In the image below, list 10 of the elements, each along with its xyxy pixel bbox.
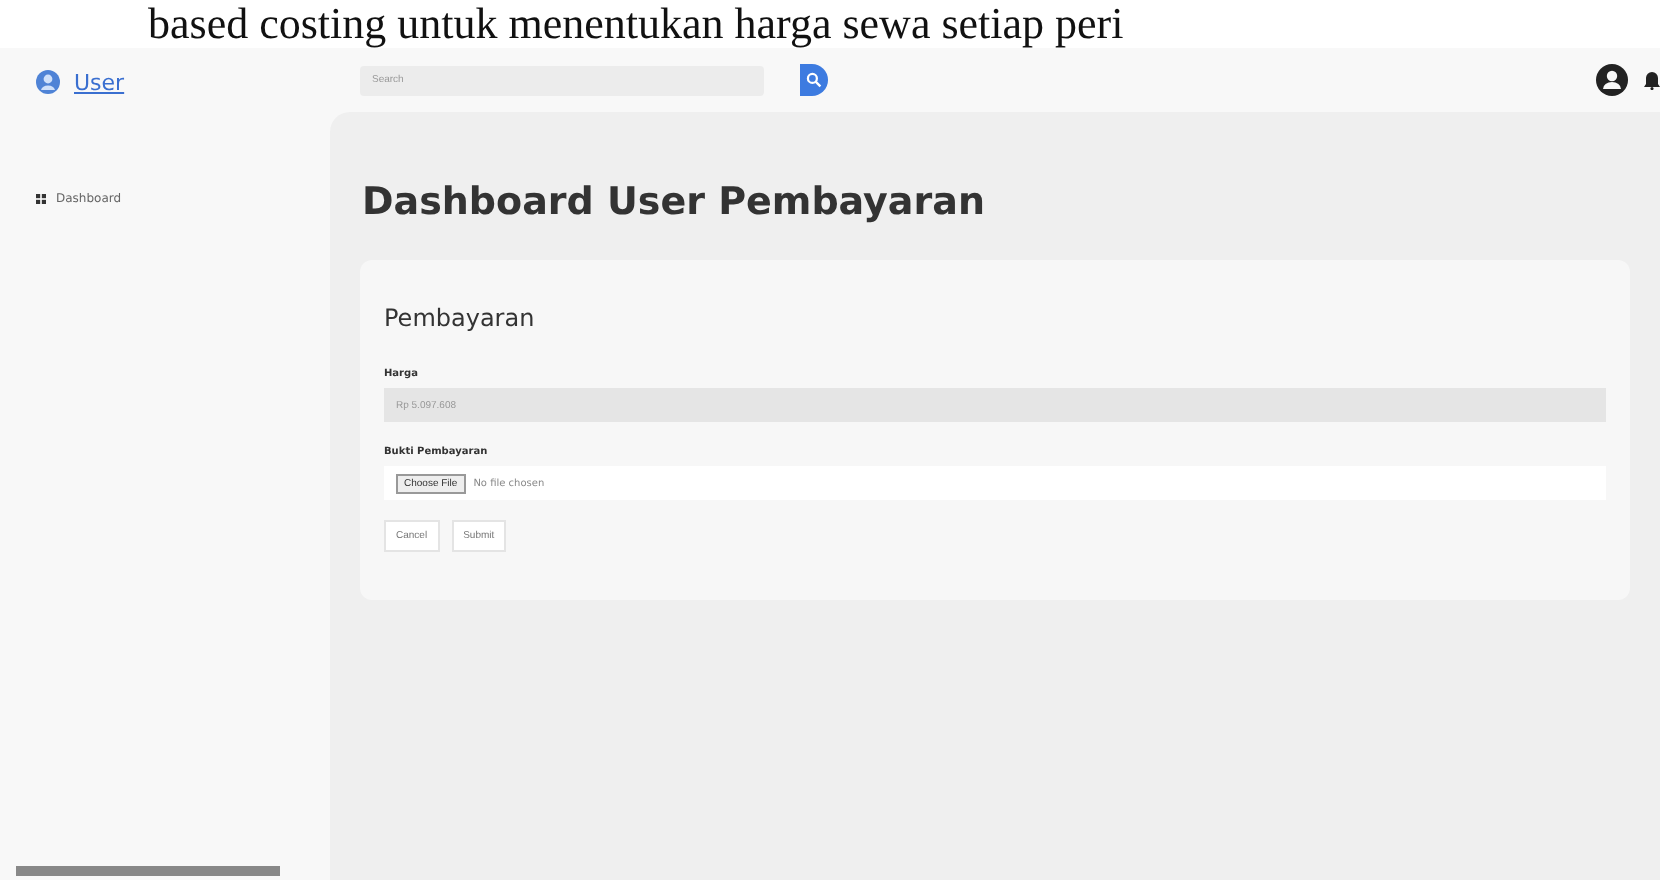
brand-link[interactable]: User bbox=[74, 69, 125, 95]
page-title: Dashboard User Pembayaran bbox=[362, 180, 987, 224]
user-circle-icon[interactable] bbox=[1596, 64, 1628, 96]
search-icon bbox=[806, 72, 822, 88]
search-button[interactable] bbox=[800, 64, 828, 96]
avatar-icon bbox=[36, 70, 60, 94]
card-title: Pembayaran bbox=[384, 304, 537, 332]
bell-icon[interactable] bbox=[1644, 71, 1660, 89]
grid-icon bbox=[36, 194, 46, 204]
document-text: based costing untuk menentukan harga sewa setiap peri bbox=[146, 0, 1124, 48]
